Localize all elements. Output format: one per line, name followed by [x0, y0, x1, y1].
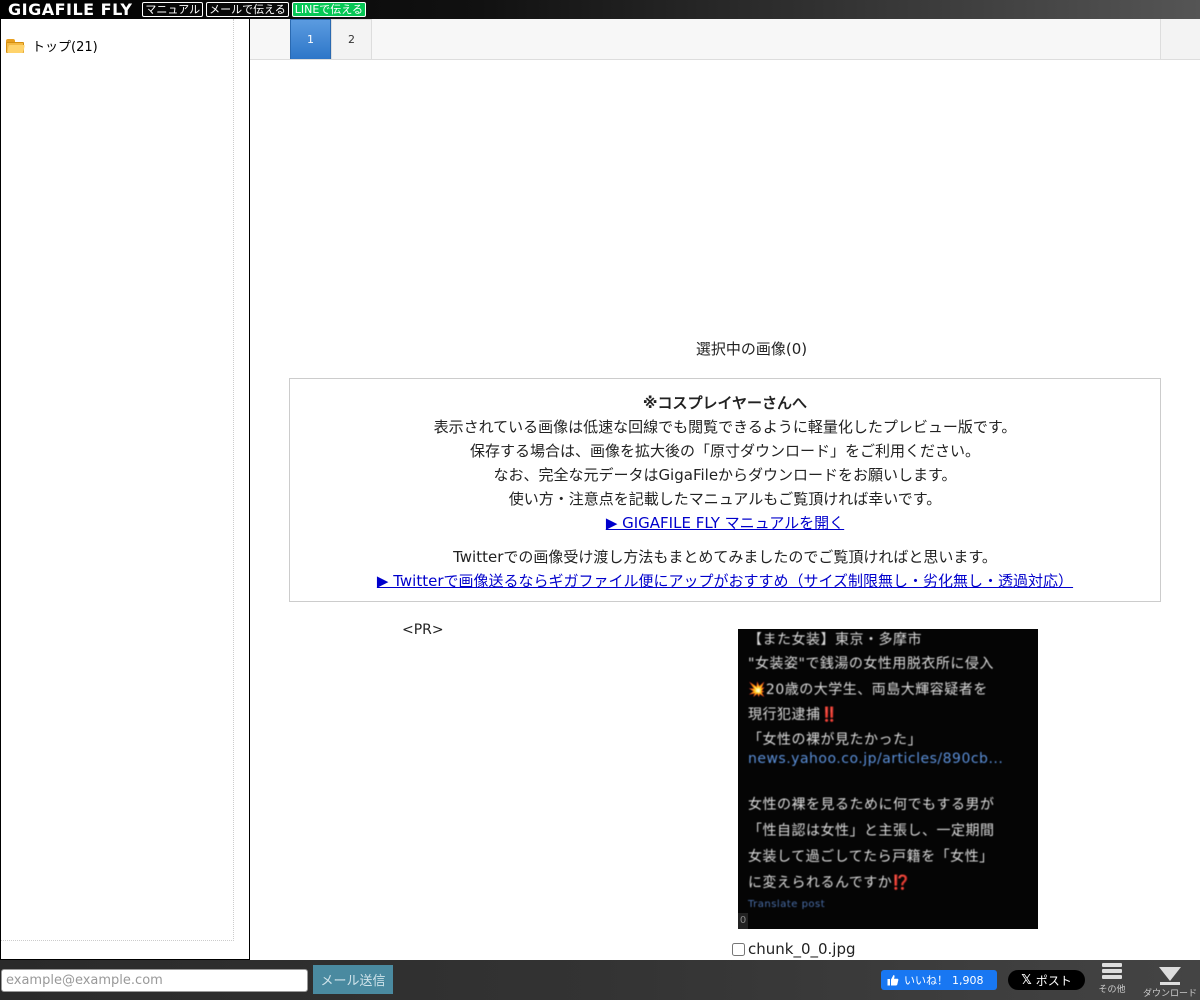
thumb-text: "女装姿"で銭湯の女性用脱衣所に侵入	[748, 656, 994, 672]
notice-line: 保存する場合は、画像を拡大後の「原寸ダウンロード」をご利用ください。	[469, 442, 980, 460]
download-button[interactable]: ダウンロード	[1140, 965, 1200, 999]
x-post-button[interactable]: 𝕏 ポスト	[1008, 970, 1085, 990]
like-count: 1,908	[952, 973, 984, 987]
pagination-right-button[interactable]	[1160, 19, 1200, 59]
selected-count: 選択中の画像(0)	[695, 340, 808, 358]
x-logo-icon: 𝕏	[1021, 972, 1032, 988]
other-label: その他	[1098, 985, 1126, 995]
file-checkbox[interactable]	[732, 942, 745, 956]
file-name: chunk_0_0.jpg	[748, 940, 856, 958]
thumb-badge: 0	[738, 913, 748, 929]
thumb-text: Translate post	[748, 899, 826, 910]
folder-tree: トップ(21)	[1, 19, 234, 941]
mail-send-button[interactable]: メール送信	[313, 965, 393, 994]
menu-icon	[1102, 963, 1122, 981]
notice-line: 使い方・注意点を記載したマニュアルもご覧頂ければ幸いです。	[508, 490, 942, 508]
mail-share-link[interactable]: メールで伝える	[206, 2, 289, 17]
thumb-text: news.yahoo.co.jp/articles/890cb...	[748, 751, 1004, 767]
thumb-text: 「女性の裸が見たかった」	[748, 732, 922, 748]
app-logo[interactable]: GIGAFILE FLY	[0, 0, 142, 19]
thumb-text: 現行犯逮捕‼️	[748, 707, 839, 723]
pagination-bar: 1 2	[250, 19, 1200, 60]
post-label: ポスト	[1035, 973, 1072, 988]
like-label: いいね！	[904, 974, 948, 987]
folder-icon	[6, 38, 25, 53]
thumb-text: 💥20歳の大学生、両島大輝容疑者を	[748, 682, 988, 698]
email-input[interactable]	[1, 969, 308, 992]
thumbs-up-icon	[887, 975, 899, 986]
bottom-bar: メール送信 いいね！ 1,908 𝕏 ポスト その他 ダウンロード	[0, 960, 1200, 1000]
thumb-text: 「性自認は女性」と主張し、一定期間	[748, 823, 995, 839]
twitter-guide-link[interactable]: ▶ Twitterで画像送るならギガファイル便にアップがおすすめ（サイズ制限無し…	[377, 572, 1073, 590]
tree-item-top[interactable]: トップ(21)	[6, 36, 98, 55]
manual-link[interactable]: マニュアル	[142, 2, 204, 17]
twitter-text: Twitterでの画像受け渡し方法もまとめてみましたのでご覧頂ければと思います。	[453, 548, 997, 566]
thumb-text: 女性の裸を見るために何でもする男が	[748, 797, 995, 813]
file-select-row: chunk_0_0.jpg	[732, 940, 856, 958]
notice-title: ※コスプレイヤーさんへ	[642, 394, 808, 412]
thumb-text: 女装して過ごしてたら戸籍を「女性」	[748, 849, 994, 865]
manual-open-link[interactable]: ▶ GIGAFILE FLY マニュアルを開く	[606, 514, 844, 532]
thumb-text: 【また女装】東京・多摩市	[748, 632, 922, 648]
notice-box: ※コスプレイヤーさんへ 表示されている画像は低速な回線でも閲覧できるように軽量化…	[289, 378, 1161, 602]
line-share-link[interactable]: LINEで伝える	[291, 2, 366, 17]
top-bar: GIGAFILE FLY マニュアル メールで伝える LINEで伝える	[0, 0, 1200, 19]
page-tab-2[interactable]: 2	[331, 19, 372, 59]
pr-label: <PR>	[402, 622, 444, 638]
notice-line: なお、完全な元データはGigaFileからダウンロードをお願いします。	[493, 466, 957, 484]
thumb-text: に変えられるんですか⁉️	[748, 875, 911, 891]
download-label: ダウンロード	[1142, 989, 1197, 999]
tree-item-label: トップ(21)	[32, 40, 98, 55]
page-tab-1[interactable]: 1	[290, 19, 331, 59]
image-thumbnail[interactable]: 【また女装】東京・多摩市 "女装姿"で銭湯の女性用脱衣所に侵入 💥20歳の大学生…	[738, 629, 1038, 929]
facebook-like-button[interactable]: いいね！ 1,908	[881, 970, 997, 990]
download-arrow-icon	[1159, 967, 1181, 981]
folder-sidebar: トップ(21)	[0, 19, 250, 960]
notice-line: 表示されている画像は低速な回線でも閲覧できるように軽量化したプレビュー版です。	[433, 418, 1017, 436]
other-menu-button[interactable]: その他	[1093, 963, 1131, 999]
